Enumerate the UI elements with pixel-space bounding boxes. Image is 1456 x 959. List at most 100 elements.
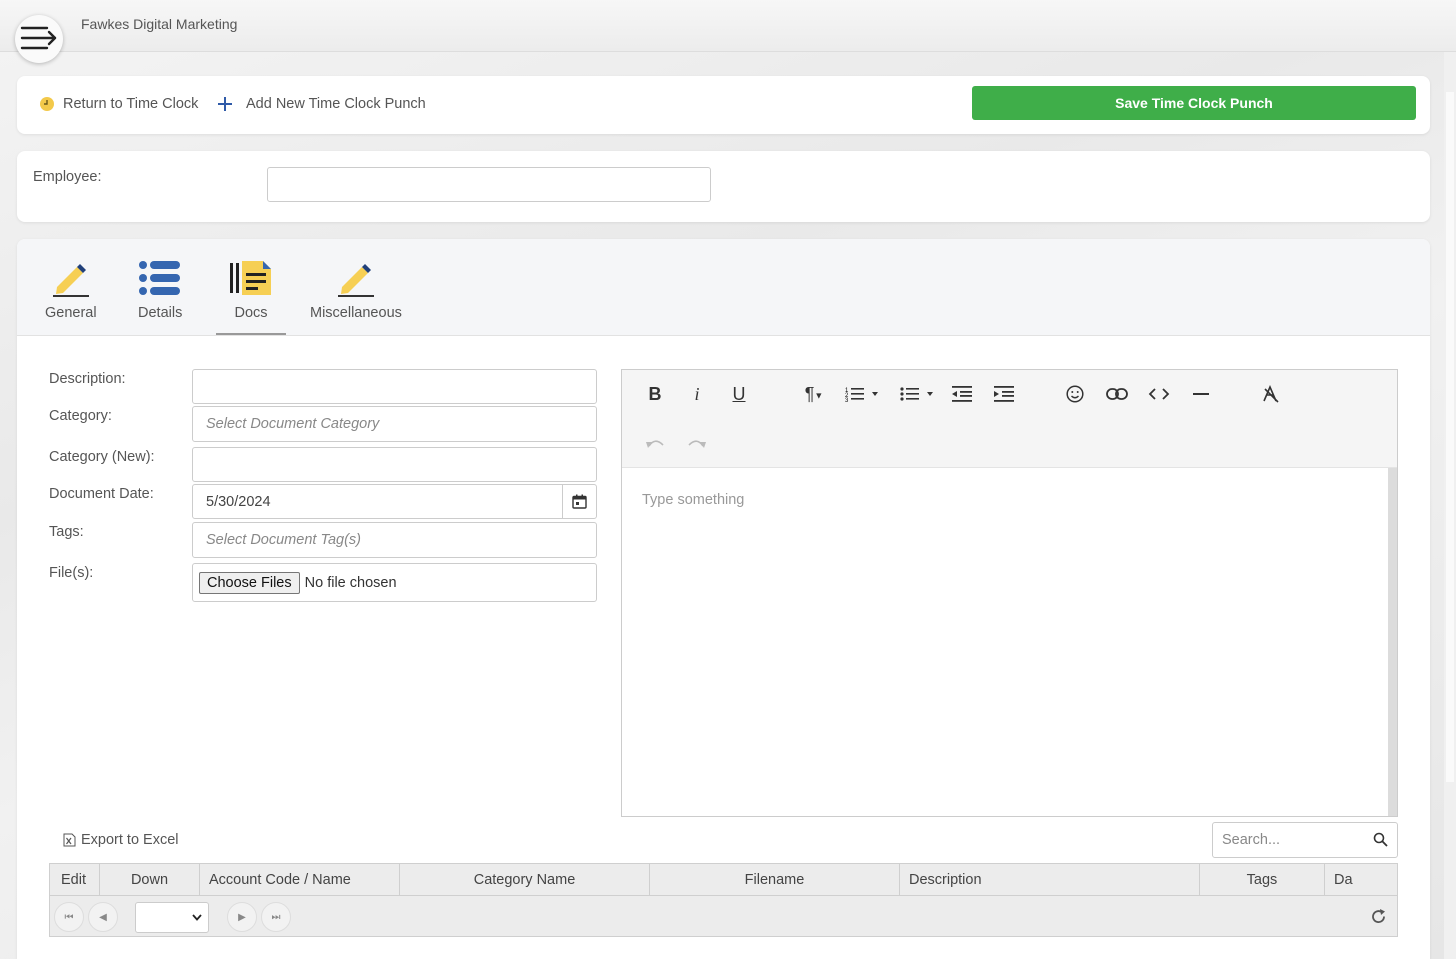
tab-miscellaneous[interactable]: Miscellaneous xyxy=(310,257,402,321)
page-scrollbar-thumb[interactable] xyxy=(1446,92,1454,782)
link-button[interactable] xyxy=(1103,380,1131,408)
indent-button[interactable] xyxy=(990,380,1018,408)
category-select[interactable]: Select Document Category xyxy=(192,406,597,442)
menu-button[interactable] xyxy=(15,15,63,63)
grid-pager: ⏮ ◀ ▶ ⏭ xyxy=(49,896,1398,937)
list-icon xyxy=(138,257,182,297)
previous-page-button[interactable]: ◀ xyxy=(88,902,118,932)
rich-text-editor: B i U ¶▼ 123 Type something xyxy=(621,369,1398,817)
underline-button[interactable]: U xyxy=(725,380,753,408)
tags-placeholder: Select Document Tag(s) xyxy=(206,532,362,548)
paragraph-icon: ¶▼ xyxy=(804,383,824,404)
editor-placeholder: Type something xyxy=(642,492,745,508)
redo-button[interactable] xyxy=(683,429,711,457)
first-page-button[interactable]: ⏮ xyxy=(54,902,84,932)
outdent-button[interactable] xyxy=(948,380,976,408)
category-new-label: Category (New): xyxy=(49,449,155,465)
export-label: Export to Excel xyxy=(81,832,179,848)
tags-label: Tags: xyxy=(49,524,84,540)
add-new-punch-link[interactable]: Add New Time Clock Punch xyxy=(217,96,426,112)
category-new-input[interactable] xyxy=(192,447,597,482)
page-size-select[interactable] xyxy=(135,902,209,933)
code-icon xyxy=(1148,388,1170,400)
bold-button[interactable]: B xyxy=(641,380,669,408)
svg-text:3: 3 xyxy=(845,398,849,402)
save-button[interactable]: Save Time Clock Punch xyxy=(972,86,1416,120)
calendar-icon xyxy=(572,494,587,509)
next-page-icon: ▶ xyxy=(238,911,246,923)
underline-icon: U xyxy=(732,383,746,404)
clear-format-button[interactable] xyxy=(1257,380,1285,408)
description-input[interactable] xyxy=(192,369,597,404)
next-page-button[interactable]: ▶ xyxy=(227,902,257,932)
search-icon xyxy=(1373,832,1388,851)
column-header-down[interactable]: Down xyxy=(100,864,200,895)
pencil-icon xyxy=(51,257,91,297)
editor-content-area[interactable]: Type something xyxy=(622,468,1397,816)
outdent-icon xyxy=(952,386,972,402)
calendar-button[interactable] xyxy=(562,485,596,518)
indent-icon xyxy=(994,386,1014,402)
documents-grid: Edit Down Account Code / Name Category N… xyxy=(49,863,1398,937)
document-date-input[interactable]: 5/30/2024 xyxy=(192,484,597,519)
tab-bar: General Details Docs Miscellaneous xyxy=(17,239,1430,336)
emoji-button[interactable] xyxy=(1061,380,1089,408)
tab-docs[interactable]: Docs xyxy=(216,257,286,335)
editor-scrollbar[interactable] xyxy=(1388,468,1397,816)
tags-select[interactable]: Select Document Tag(s) xyxy=(192,522,597,558)
tab-label: Details xyxy=(138,305,183,321)
return-to-time-clock-link[interactable]: Return to Time Clock xyxy=(39,96,198,112)
employee-input[interactable] xyxy=(267,167,711,202)
ordered-list-button[interactable]: 123 xyxy=(841,380,883,408)
file-input[interactable]: Choose Files No file chosen xyxy=(192,563,597,602)
refresh-icon xyxy=(1372,909,1385,923)
last-page-icon: ⏭ xyxy=(271,911,281,923)
column-header-tags[interactable]: Tags xyxy=(1200,864,1325,895)
tab-general[interactable]: General xyxy=(45,257,97,321)
clock-icon xyxy=(39,96,55,112)
column-header-edit[interactable]: Edit xyxy=(50,864,100,895)
column-header-description[interactable]: Description xyxy=(900,864,1200,895)
clear-format-icon xyxy=(1263,385,1279,403)
document-icon xyxy=(229,257,273,297)
first-page-icon: ⏮ xyxy=(64,911,74,923)
undo-button[interactable] xyxy=(641,429,669,457)
description-label: Description: xyxy=(49,371,126,387)
company-name: Fawkes Digital Marketing xyxy=(81,16,238,32)
bold-icon: B xyxy=(648,383,662,404)
tab-label: Miscellaneous xyxy=(310,305,402,321)
no-file-text: No file chosen xyxy=(304,574,397,591)
tab-label: General xyxy=(45,305,97,321)
unordered-list-button[interactable] xyxy=(896,380,938,408)
main-card: General Details Docs Miscellaneous Descr… xyxy=(17,239,1430,959)
horizontal-rule-button[interactable] xyxy=(1187,380,1215,408)
pencil-icon xyxy=(336,257,376,297)
code-button[interactable] xyxy=(1145,380,1173,408)
link-icon xyxy=(1106,388,1128,400)
column-header-account[interactable]: Account Code / Name xyxy=(200,864,400,895)
tab-details[interactable]: Details xyxy=(138,257,182,321)
add-label: Add New Time Clock Punch xyxy=(246,96,426,112)
files-label: File(s): xyxy=(49,565,94,581)
tab-label: Docs xyxy=(234,305,268,321)
redo-icon xyxy=(688,440,706,448)
plus-icon xyxy=(217,96,233,112)
last-page-button[interactable]: ⏭ xyxy=(261,902,291,932)
unordered-list-icon xyxy=(900,387,933,401)
search-input[interactable]: Search... xyxy=(1212,822,1398,858)
excel-icon xyxy=(63,833,76,847)
category-label: Category: xyxy=(49,408,112,424)
editor-toolbar: B i U ¶▼ 123 xyxy=(622,370,1397,468)
horizontal-rule-icon xyxy=(1193,393,1209,395)
italic-button[interactable]: i xyxy=(683,380,711,408)
export-to-excel-link[interactable]: Export to Excel xyxy=(63,832,179,848)
column-header-filename[interactable]: Filename xyxy=(650,864,900,895)
refresh-button[interactable] xyxy=(1370,908,1387,928)
paragraph-button[interactable]: ¶▼ xyxy=(796,380,832,408)
column-header-category-name[interactable]: Category Name xyxy=(400,864,650,895)
column-header-date[interactable]: Da xyxy=(1325,864,1397,895)
emoji-icon xyxy=(1066,385,1084,403)
page-scrollbar[interactable] xyxy=(1444,52,1456,959)
choose-files-button[interactable]: Choose Files xyxy=(199,571,300,594)
italic-icon: i xyxy=(694,383,700,404)
